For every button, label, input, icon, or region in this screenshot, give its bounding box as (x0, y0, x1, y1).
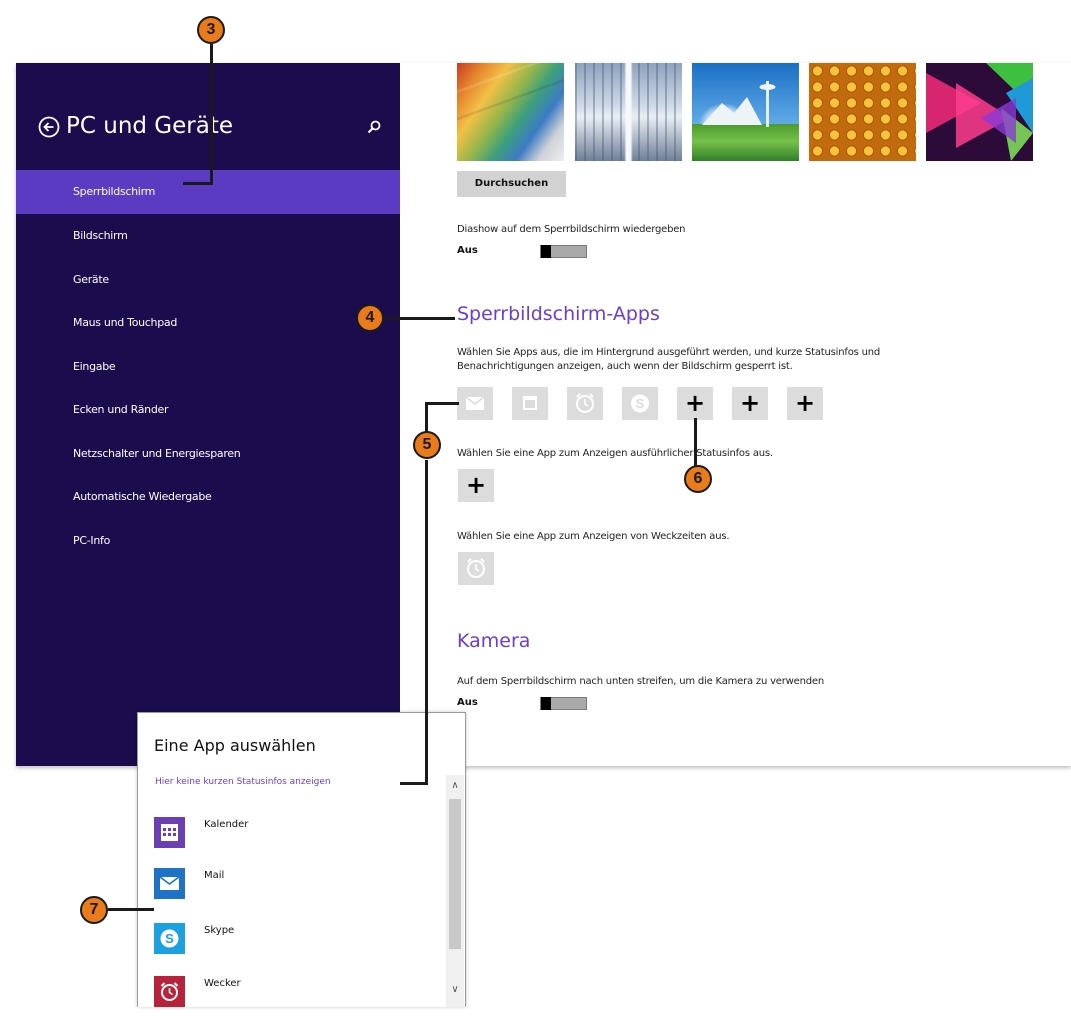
camera-heading: Kamera (457, 630, 531, 652)
background-thumbnail-2[interactable] (575, 63, 682, 161)
lock-app-slot-alarm[interactable] (567, 387, 603, 420)
lock-apps-description-line2: Benachrichtigungen anzeigen, auch wenn d… (457, 361, 793, 372)
callout-6: 6 (684, 465, 712, 493)
app-label: Kalender (204, 819, 249, 830)
sidebar-item-geraete[interactable]: Geräte (16, 258, 400, 302)
sidebar-item-label: Bildschirm (73, 229, 128, 242)
popup-title: Eine App auswählen (154, 736, 316, 755)
detailed-status-label: Wählen Sie eine App zum Anzeigen ausführ… (457, 448, 773, 459)
callout-5-line (400, 782, 428, 785)
app-label: Mail (204, 870, 225, 881)
camera-state: Aus (457, 697, 478, 708)
skype-icon: S (154, 923, 185, 954)
sidebar-item-label: Ecken und Ränder (73, 403, 169, 416)
lock-app-slot-skype[interactable]: S (622, 387, 658, 420)
callout-5-line (425, 402, 459, 405)
back-arrow-icon[interactable] (38, 116, 60, 138)
toggle-knob (541, 245, 551, 258)
alarm-app-slot[interactable] (458, 552, 494, 585)
chevron-down-icon[interactable]: ∨ (448, 982, 462, 998)
camera-label: Auf dem Sperrbildschirm nach unten strei… (457, 676, 824, 687)
callout-3-line (183, 182, 213, 185)
alarm-app-label: Wählen Sie eine App zum Anzeigen von Wec… (457, 531, 730, 542)
app-label: Skype (204, 925, 235, 936)
sidebar-item-label: Automatische Wiedergabe (73, 490, 212, 503)
sidebar-item-maus-und-touchpad[interactable]: Maus und Touchpad (16, 301, 400, 345)
browse-button[interactable]: Durchsuchen (457, 171, 566, 197)
sidebar-item-bildschirm[interactable]: Bildschirm (16, 214, 400, 258)
sidebar-item-label: Netzschalter und Energiesparen (73, 447, 241, 460)
lock-app-slot-calendar[interactable] (512, 387, 548, 420)
lock-app-slot-add-3[interactable]: + (787, 387, 823, 420)
callout-3: 3 (197, 16, 225, 44)
chevron-up-icon[interactable]: ∧ (448, 778, 462, 794)
slideshow-toggle[interactable] (540, 245, 587, 258)
calendar-icon (154, 817, 185, 848)
sidebar-item-automatische-wiedergabe[interactable]: Automatische Wiedergabe (16, 475, 400, 519)
detailed-status-add-button[interactable]: + (458, 469, 494, 502)
sidebar-title: PC und Geräte (66, 113, 233, 139)
app-picker-popup: Eine App auswählen Hier keine kurzen Sta… (137, 712, 466, 1007)
sidebar-item-label: Geräte (73, 273, 109, 286)
plus-icon: + (465, 471, 487, 499)
callout-4: 4 (356, 304, 384, 332)
sidebar-item-label: Sperrbildschirm (73, 185, 156, 198)
sidebar-item-ecken-und-raender[interactable]: Ecken und Ränder (16, 388, 400, 432)
camera-toggle[interactable] (540, 697, 587, 710)
sidebar-item-sperrbildschirm[interactable]: Sperrbildschirm (16, 170, 400, 214)
callout-5: 5 (413, 431, 441, 459)
alarm-icon (154, 976, 185, 1007)
sidebar: PC und Geräte Sperrbildschirm Bildschirm… (16, 63, 400, 766)
alarm-icon (576, 393, 594, 413)
lock-app-slot-mail[interactable] (457, 387, 493, 420)
sidebar-item-eingabe[interactable]: Eingabe (16, 345, 400, 389)
background-thumbnail-5[interactable] (926, 63, 1033, 161)
background-thumbnail-3[interactable] (692, 63, 799, 161)
search-icon[interactable] (366, 119, 382, 135)
scroll-thumb[interactable] (449, 799, 461, 949)
slideshow-state: Aus (457, 245, 478, 256)
sidebar-item-label: PC-Info (73, 534, 111, 547)
lock-app-slot-add-1[interactable]: + (677, 387, 713, 420)
toggle-knob (541, 697, 551, 710)
callout-7-line (108, 908, 154, 911)
mail-icon (465, 396, 485, 410)
app-label: Wecker (204, 978, 241, 989)
plus-icon: + (794, 389, 816, 417)
callout-4-line (385, 317, 455, 320)
app-item-skype[interactable]: S Skype (154, 923, 434, 963)
app-item-wecker[interactable]: Wecker (154, 976, 434, 1016)
sidebar-item-netzschalter[interactable]: Netzschalter und Energiesparen (16, 432, 400, 476)
mail-icon (154, 868, 185, 899)
background-thumbnail-4[interactable] (809, 63, 916, 161)
alarm-icon (467, 558, 485, 578)
lock-apps-heading: Sperrbildschirm-Apps (457, 303, 660, 325)
background-thumbnail-1[interactable] (457, 63, 564, 161)
popup-scrollbar[interactable]: ∧ ∨ (446, 775, 464, 1007)
no-status-link[interactable]: Hier keine kurzen Statusinfos anzeigen (155, 777, 331, 787)
plus-icon: + (684, 389, 706, 417)
lock-apps-description-line1: Wählen Sie Apps aus, die im Hintergrund … (457, 347, 881, 358)
callout-5-line (425, 402, 428, 432)
skype-icon: S (631, 394, 649, 413)
callout-5-line (425, 460, 428, 784)
app-item-kalender[interactable]: Kalender (154, 817, 434, 857)
calendar-icon (523, 396, 537, 410)
slideshow-label: Diashow auf dem Sperrbildschirm wiederge… (457, 224, 686, 235)
sidebar-item-pc-info[interactable]: PC-Info (16, 519, 400, 563)
callout-7: 7 (80, 896, 108, 924)
plus-icon: + (739, 389, 761, 417)
svg-text:S: S (636, 396, 645, 411)
sidebar-item-label: Maus und Touchpad (73, 316, 178, 329)
callout-6-line (694, 418, 697, 466)
app-item-mail[interactable]: Mail (154, 868, 434, 908)
lock-app-slot-add-2[interactable]: + (732, 387, 768, 420)
callout-3-line (210, 44, 213, 184)
sidebar-item-label: Eingabe (73, 360, 116, 373)
svg-text:S: S (165, 931, 174, 946)
